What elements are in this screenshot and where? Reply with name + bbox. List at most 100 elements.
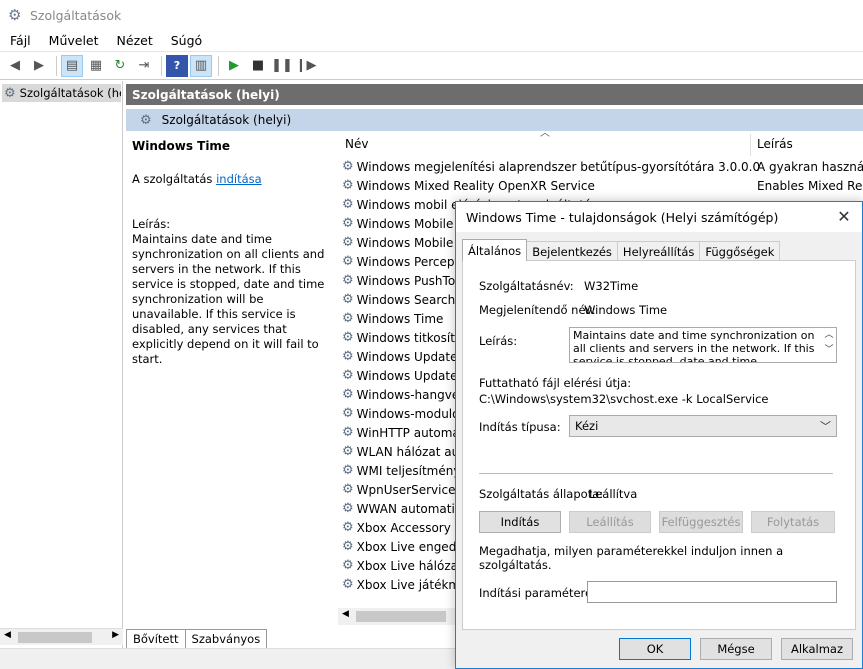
service-name: Xbox Live hálózati xyxy=(356,558,467,573)
toolbar-separator xyxy=(56,55,57,76)
column-header-description[interactable]: Leírás xyxy=(757,137,793,151)
service-name: Windows Mixed Reality OpenXR Service xyxy=(356,178,595,193)
tab-logon[interactable]: Bejelentkezés xyxy=(526,241,618,261)
start-line: A szolgáltatás indítása xyxy=(132,172,328,187)
pane-subheader: ⚙ Szolgáltatások (helyi) xyxy=(126,109,863,131)
dialog-title: Windows Time - tulajdonságok (Helyi szám… xyxy=(466,209,779,225)
service-name: Windows-hangvéc xyxy=(356,387,466,402)
action-pane-icon[interactable]: ▥ xyxy=(190,54,212,77)
restart-icon[interactable]: ❙▶ xyxy=(295,55,317,77)
gear-icon: ⚙ xyxy=(342,178,354,193)
gear-icon: ⚙ xyxy=(342,254,354,269)
help-icon[interactable]: ? xyxy=(166,54,188,77)
scroll-left-icon[interactable]: ◀ xyxy=(342,609,349,619)
start-type-select[interactable]: Kézi ﹀ xyxy=(569,415,837,437)
forward-icon[interactable]: ▶ xyxy=(28,55,50,77)
tab-general[interactable]: Általános xyxy=(462,239,528,261)
service-description: Enables Mixed Realit xyxy=(757,178,863,193)
dialog-tabs: Általános Bejelentkezés Helyreállítás Fü… xyxy=(462,239,781,261)
cancel-button[interactable]: Mégse xyxy=(700,638,772,660)
scroll-right-icon[interactable]: ▶ xyxy=(112,630,119,640)
service-row[interactable]: ⚙ Windows megjelenítési alaprendszer betű… xyxy=(342,157,760,176)
gear-icon: ⚙ xyxy=(342,311,354,326)
scrollbar-thumb[interactable] xyxy=(18,632,92,643)
service-name: Windows Update xyxy=(356,349,458,364)
service-name: Windows Mobile a xyxy=(356,235,465,250)
chevron-up-icon[interactable]: ︿ xyxy=(824,330,833,340)
back-icon[interactable]: ◀ xyxy=(4,55,26,77)
stop-button[interactable]: Leállítás xyxy=(569,511,651,533)
apply-button[interactable]: Alkalmaz xyxy=(781,638,853,660)
play-icon[interactable]: ▶ xyxy=(223,55,245,77)
gear-icon: ⚙ xyxy=(342,406,354,421)
tree-horizontal-scrollbar[interactable]: ◀ ▶ xyxy=(0,628,123,645)
service-row[interactable]: ⚙ Windows Mixed Reality OpenXR Service xyxy=(342,176,752,195)
description-text: Maintains date and time synchronization … xyxy=(132,232,325,366)
close-icon[interactable]: ✕ xyxy=(834,207,854,227)
tab-extended[interactable]: Bővített xyxy=(126,629,186,648)
description-textbox[interactable]: Maintains date and time synchronization … xyxy=(569,327,837,363)
tree-item-label: Szolgáltatások (helyi) xyxy=(19,86,121,100)
scrollbar-thumb[interactable] xyxy=(356,611,446,622)
service-name-value: W32Time xyxy=(584,279,639,293)
properties-icon[interactable]: ▦ xyxy=(85,55,107,77)
scroll-left-icon[interactable]: ◀ xyxy=(4,630,11,640)
gear-icon: ⚙ xyxy=(342,558,354,573)
general-tab-panel: Szolgáltatásnév: W32Time Megjelenítendő … xyxy=(462,260,856,630)
console-tree-icon[interactable]: ▤ xyxy=(61,54,83,77)
menu-view[interactable]: Nézet xyxy=(107,33,161,48)
column-separator[interactable] xyxy=(750,134,751,156)
pause-icon[interactable]: ❚❚ xyxy=(271,55,293,77)
service-name: WpnUserService_4 xyxy=(356,482,470,497)
column-header-name[interactable]: Név xyxy=(345,137,368,151)
tree-item-services-local[interactable]: ⚙ Szolgáltatások (helyi) xyxy=(2,84,121,102)
description-pane: Windows Time A szolgáltatás indítása Leí… xyxy=(126,131,334,626)
selected-service-name: Windows Time xyxy=(132,139,231,153)
export-list-icon[interactable]: ⇥ xyxy=(133,55,155,77)
toolbar-separator xyxy=(218,55,219,76)
parameters-input[interactable] xyxy=(587,581,837,603)
resume-button[interactable]: Folytatás xyxy=(751,511,835,533)
description-scrollbar[interactable]: ︿ ﹀ xyxy=(822,328,836,362)
chevron-down-icon[interactable]: ﹀ xyxy=(824,345,833,355)
refresh-icon[interactable]: ↻ xyxy=(109,55,131,77)
list-horizontal-scrollbar[interactable]: ◀ xyxy=(338,608,458,625)
pane-subheader-label: Szolgáltatások (helyi) xyxy=(161,113,292,127)
start-service-link[interactable]: indítása xyxy=(216,172,262,186)
gear-icon: ⚙ xyxy=(342,197,354,212)
parameters-label: Indítási paraméterek: xyxy=(479,586,603,600)
tab-dependencies[interactable]: Függőségek xyxy=(699,241,781,261)
service-name: Xbox Live játékme xyxy=(356,577,468,592)
title-bar: ⚙ Szolgáltatások xyxy=(0,0,863,30)
menu-file[interactable]: Fájl xyxy=(0,33,39,48)
ok-button[interactable]: OK xyxy=(619,638,691,660)
display-name-label: Megjelenítendő név: xyxy=(479,303,596,317)
service-description: A gyakran használt b xyxy=(757,159,863,174)
console-tree xyxy=(0,81,123,648)
gear-icon: ⚙ xyxy=(4,85,16,101)
gear-icon: ⚙ xyxy=(342,539,354,554)
gear-icon: ⚙ xyxy=(342,235,354,250)
sort-ascending-icon: ︿ xyxy=(540,128,550,139)
pause-button[interactable]: Felfüggesztés xyxy=(659,511,743,533)
service-name-label: Szolgáltatásnév: xyxy=(479,279,574,293)
tab-standard[interactable]: Szabványos xyxy=(184,629,268,648)
menu-help[interactable]: Súgó xyxy=(161,33,210,48)
tab-recovery[interactable]: Helyreállítás xyxy=(616,241,701,261)
stop-icon[interactable]: ■ xyxy=(247,55,269,77)
chevron-down-icon: ﹀ xyxy=(820,420,831,433)
gear-icon: ⚙ xyxy=(342,387,354,402)
menu-action[interactable]: Művelet xyxy=(39,33,107,48)
gear-icon: ⚙ xyxy=(342,577,354,592)
gear-icon: ⚙ xyxy=(342,444,354,459)
start-button[interactable]: Indítás xyxy=(479,511,561,533)
menu-bar: Fájl Művelet Nézet Súgó xyxy=(0,30,863,52)
description-label: Leírás: xyxy=(479,334,518,348)
service-name: WWAN automatik xyxy=(356,501,462,516)
view-tabs: Bővített Szabványos xyxy=(126,628,268,648)
service-name: Windows Perceptic xyxy=(356,254,470,269)
gear-icon: ⚙ xyxy=(342,501,354,516)
service-name: Windows Search xyxy=(356,292,456,307)
start-prefix: A szolgáltatás xyxy=(132,172,217,186)
gear-icon: ⚙ xyxy=(342,292,354,307)
